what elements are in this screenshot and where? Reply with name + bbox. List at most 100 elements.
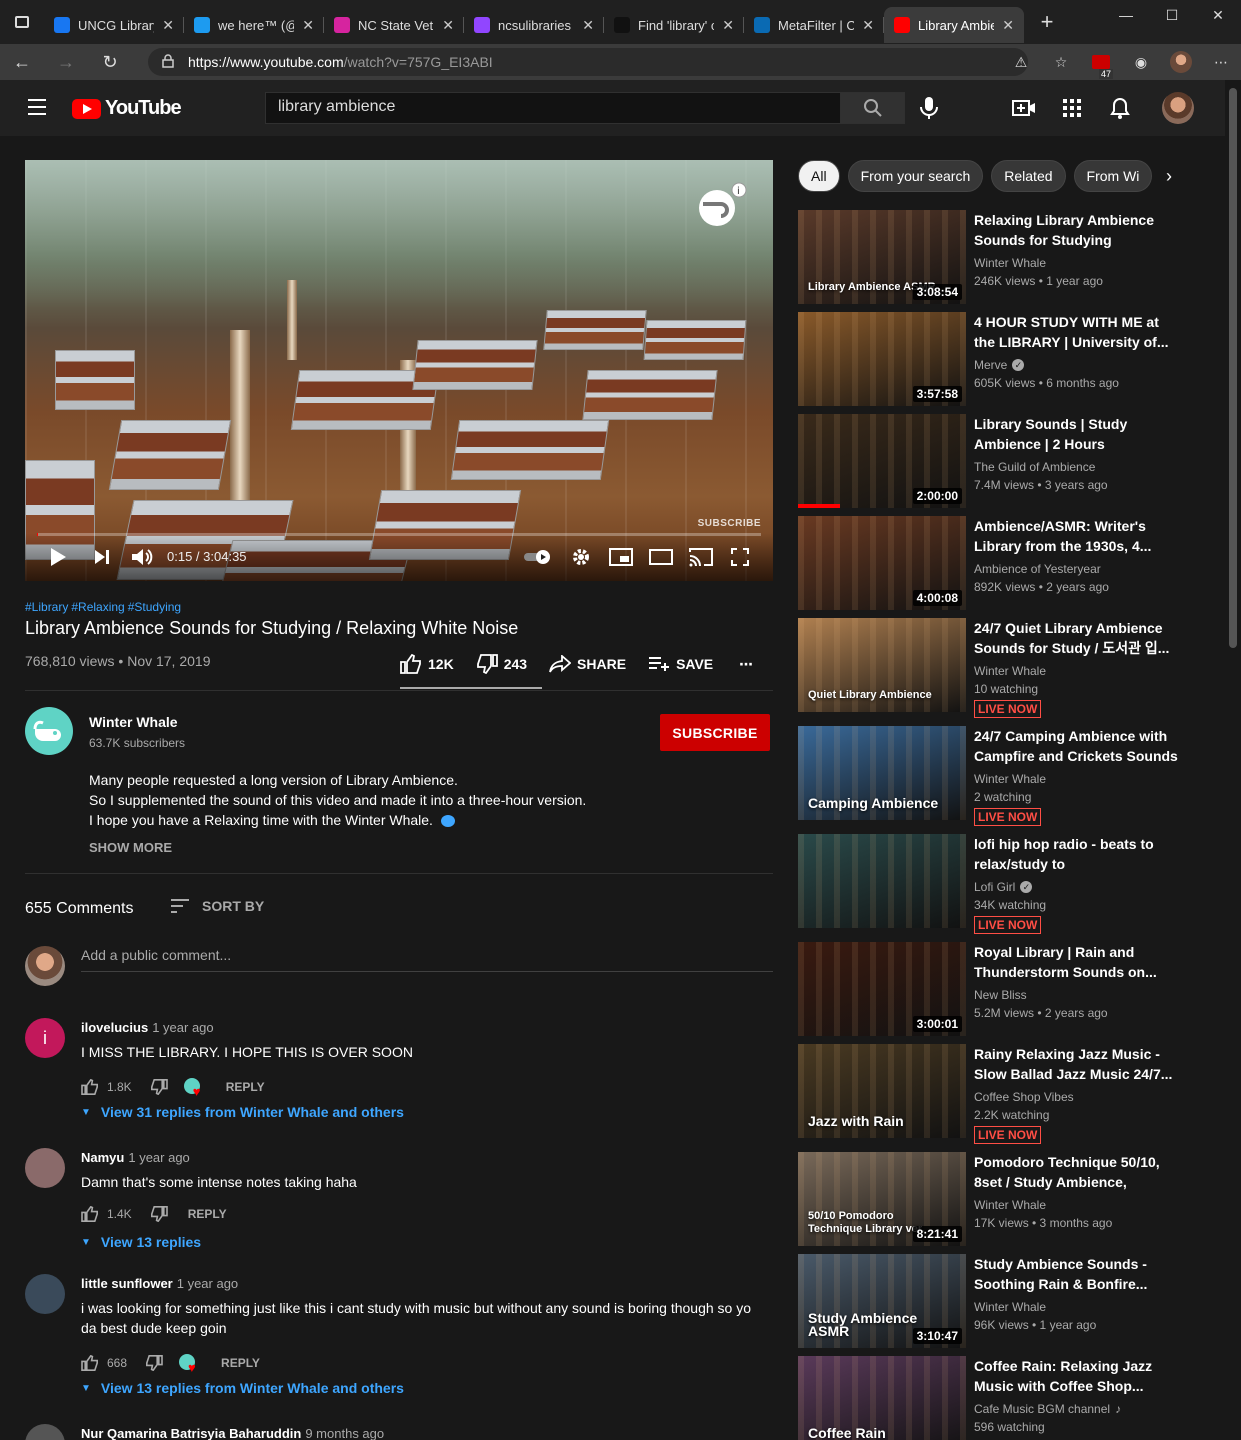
comment-time[interactable]: 1 year ago <box>152 1020 213 1035</box>
thumbs-up-icon[interactable] <box>81 1355 99 1371</box>
recommended-title[interactable]: lofi hip hop radio - beats to relax/stud… <box>974 834 1179 874</box>
autoplay-toggle[interactable] <box>523 545 553 569</box>
account-avatar[interactable] <box>1162 92 1194 124</box>
close-tab-icon[interactable]: ✕ <box>302 17 314 34</box>
commenter-avatar[interactable]: i <box>25 1018 65 1058</box>
recommended-title[interactable]: Coffee Rain: Relaxing Jazz Music with Co… <box>974 1356 1179 1396</box>
thumbs-down-icon[interactable] <box>150 1079 168 1095</box>
thumbs-up-icon[interactable] <box>81 1206 99 1222</box>
thumbs-down-icon[interactable] <box>150 1206 168 1222</box>
microphone-icon[interactable] <box>918 96 940 120</box>
video-thumbnail[interactable] <box>798 834 966 928</box>
comment-author[interactable]: little sunflower <box>81 1276 173 1291</box>
miniplayer-button[interactable] <box>609 545 633 569</box>
recommended-title[interactable]: 24/7 Quiet Library Ambience Sounds for S… <box>974 618 1179 658</box>
maximize-icon[interactable]: ☐ <box>1149 0 1195 30</box>
close-tab-icon[interactable]: ✕ <box>862 17 874 34</box>
chip-related[interactable]: Related <box>991 160 1066 192</box>
sort-by-button[interactable]: SORT BY <box>170 898 264 914</box>
new-tab-button[interactable]: + <box>1030 5 1064 39</box>
fullscreen-button[interactable] <box>731 545 749 569</box>
recommended-channel[interactable]: Winter Whale <box>974 772 1046 786</box>
video-thumbnail[interactable]: Quiet Library Ambience <box>798 618 966 712</box>
search-button[interactable] <box>840 92 905 124</box>
profile-icon[interactable] <box>1161 51 1201 73</box>
hashtag-link[interactable]: #Studying <box>128 600 181 614</box>
video-thumbnail[interactable]: Jazz with Rain <box>798 1044 966 1138</box>
tab-actions-icon[interactable] <box>0 0 44 44</box>
settings-more-icon[interactable]: ⋯ <box>1201 54 1241 71</box>
progress-bar[interactable] <box>37 533 761 536</box>
chip-from-winter-whale[interactable]: From Wi <box>1073 160 1153 192</box>
comment-time[interactable]: 1 year ago <box>177 1276 238 1291</box>
share-button[interactable]: SHARE <box>549 655 626 673</box>
browser-tab[interactable]: Library Ambie ✕ <box>884 7 1024 43</box>
recommended-channel[interactable]: Winter Whale <box>974 1198 1046 1212</box>
view-replies-button[interactable]: ▼ View 13 replies <box>81 1234 201 1250</box>
close-tab-icon[interactable]: ✕ <box>1002 17 1014 34</box>
dislike-button[interactable]: 243 <box>476 654 527 674</box>
cast-button[interactable] <box>689 545 713 569</box>
video-thumbnail[interactable]: 3:00:01 <box>798 942 966 1036</box>
recommended-video[interactable]: Coffee Rain Coffee Rain: Relaxing Jazz Mu… <box>798 1356 1218 1440</box>
reply-button[interactable]: REPLY <box>226 1080 265 1094</box>
channel-avatar[interactable] <box>25 707 73 755</box>
channel-watermark-icon[interactable]: i <box>695 182 747 228</box>
extension-icon[interactable]: 47 <box>1081 55 1121 79</box>
recommended-video[interactable]: Quiet Library Ambience 24/7 Quiet Library… <box>798 618 1218 718</box>
close-tab-icon[interactable]: ✕ <box>442 17 454 34</box>
recommended-title[interactable]: 24/7 Camping Ambience with Campfire and … <box>974 726 1179 766</box>
view-replies-button[interactable]: ▼ View 13 replies from Winter Whale and o… <box>81 1380 404 1396</box>
recommended-title[interactable]: Royal Library | Rain and Thunderstorm So… <box>974 942 1179 982</box>
recommended-title[interactable]: Pomodoro Technique 50/10, 8set / Study A… <box>974 1152 1179 1192</box>
browser-tab[interactable]: MetaFilter | Co ✕ <box>744 7 884 43</box>
commenter-avatar[interactable] <box>25 1274 65 1314</box>
browser-tab[interactable]: NC State Vet M ✕ <box>324 7 464 43</box>
save-button[interactable]: SAVE <box>648 656 713 672</box>
recommended-channel[interactable]: Winter Whale <box>974 1300 1046 1314</box>
channel-name[interactable]: Winter Whale <box>89 714 178 730</box>
like-button[interactable]: 12K <box>400 654 454 674</box>
comment-time[interactable]: 1 year ago <box>128 1150 189 1165</box>
video-thumbnail[interactable]: Coffee Rain <box>798 1356 966 1440</box>
more-actions-button[interactable]: ⋯ <box>739 656 753 673</box>
chip-from-your-search[interactable]: From your search <box>847 160 984 192</box>
recommended-video[interactable]: 2:00:00 Library Sounds | Study Ambience |… <box>798 414 1218 508</box>
recommended-channel[interactable]: Winter Whale <box>974 256 1046 270</box>
video-thumbnail[interactable]: Library Ambience ASMR 3:08:54 <box>798 210 966 304</box>
recommended-video[interactable]: 50/10 Pomodoro Technique Library ver. 8:2… <box>798 1152 1218 1246</box>
refresh-button[interactable]: ↻ <box>88 44 132 80</box>
browser-tab[interactable]: ncsulibraries ✕ <box>464 7 604 43</box>
hashtag-link[interactable]: #Library <box>25 600 68 614</box>
browser-tab[interactable]: we here™ (@v ✕ <box>184 7 324 43</box>
recommended-channel[interactable]: New Bliss <box>974 988 1027 1002</box>
scrollbar-thumb[interactable] <box>1229 88 1237 648</box>
menu-icon[interactable] <box>28 99 46 120</box>
comment-author[interactable]: Namyu <box>81 1150 124 1165</box>
close-tab-icon[interactable]: ✕ <box>582 17 594 34</box>
recommended-video[interactable]: Library Ambience ASMR 3:08:54 Relaxing Lib… <box>798 210 1218 304</box>
create-video-icon[interactable] <box>1010 94 1038 122</box>
video-thumbnail[interactable]: Study Ambience ASMR 3:10:47 <box>798 1254 966 1348</box>
apps-grid-icon[interactable] <box>1058 94 1086 122</box>
recommended-title[interactable]: Library Sounds | Study Ambience | 2 Hour… <box>974 414 1179 454</box>
browser-tab[interactable]: UNCG Library ✕ <box>44 7 184 43</box>
commenter-avatar[interactable] <box>25 1424 65 1440</box>
recommended-title[interactable]: Ambience/ASMR: Writer's Library from the… <box>974 516 1179 556</box>
video-thumbnail[interactable]: 4:00:08 <box>798 516 966 610</box>
recommended-channel[interactable]: Winter Whale <box>974 664 1046 678</box>
commenter-avatar[interactable] <box>25 1148 65 1188</box>
recommended-video[interactable]: Camping Ambience 24/7 Camping Ambience wi… <box>798 726 1218 826</box>
recommended-channel[interactable]: The Guild of Ambience <box>974 460 1095 474</box>
recommended-video[interactable]: lofi hip hop radio - beats to relax/stud… <box>798 834 1218 934</box>
close-tab-icon[interactable]: ✕ <box>722 17 734 34</box>
view-replies-button[interactable]: ▼ View 31 replies from Winter Whale and o… <box>81 1104 404 1120</box>
back-button[interactable]: ← <box>0 44 44 80</box>
thumbs-down-icon[interactable] <box>145 1355 163 1371</box>
recommended-channel[interactable]: Coffee Shop Vibes <box>974 1090 1074 1104</box>
video-player[interactable]: i SUBSCRIBE 0:15 / 3:04:35 <box>25 160 773 581</box>
thumbs-up-icon[interactable] <box>81 1079 99 1095</box>
notifications-bell-icon[interactable] <box>1106 94 1134 122</box>
recommended-title[interactable]: Rainy Relaxing Jazz Music - Slow Ballad … <box>974 1044 1179 1084</box>
page-scrollbar[interactable] <box>1225 80 1241 1440</box>
